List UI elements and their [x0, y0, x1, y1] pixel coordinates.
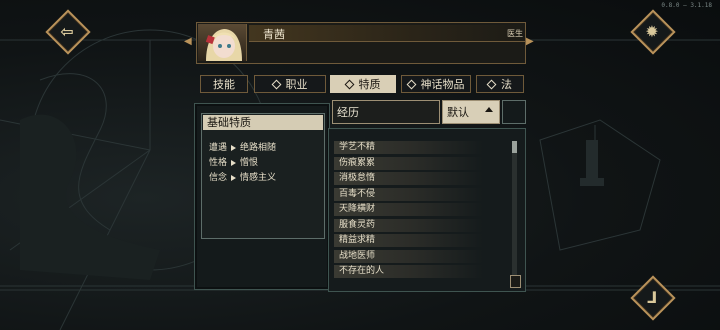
- experience-label: 经历: [337, 106, 359, 119]
- list-item[interactable]: 伤痕累累: [334, 156, 509, 170]
- tab-traits[interactable]: 特质: [330, 75, 396, 93]
- next-character-icon[interactable]: ▶: [526, 36, 534, 47]
- list-item[interactable]: 战地医师: [334, 249, 509, 263]
- back-arrow-icon: ⇦: [60, 21, 74, 41]
- experience-header: 经历: [332, 100, 440, 124]
- trait-row-encounter: 遭遇 绝路相随: [209, 143, 277, 153]
- settings-button[interactable]: ✹: [630, 9, 676, 55]
- panel-ornament: [502, 100, 526, 124]
- gear-icon: ✹: [645, 21, 659, 41]
- confirm-button[interactable]: ⅃: [630, 275, 676, 321]
- list-item[interactable]: 服食灵药: [334, 218, 509, 232]
- caret-up-icon: [485, 107, 493, 112]
- scrollbar-thumb[interactable]: [512, 141, 517, 153]
- tab-mythic-items[interactable]: 神话物品: [401, 75, 471, 93]
- tab-profession[interactable]: 职业: [254, 75, 326, 93]
- list-item[interactable]: 不存在的人: [334, 265, 509, 278]
- tab-skills[interactable]: 技能: [200, 75, 248, 93]
- trait-row-personality: 性格 憎恨: [209, 158, 259, 168]
- prev-character-icon[interactable]: ◀: [184, 36, 192, 47]
- triangle-icon: [231, 144, 237, 151]
- trait-row-belief: 信念 情感主义: [209, 173, 277, 183]
- sort-dropdown[interactable]: 默认: [442, 100, 500, 124]
- basic-traits-card: 基础特质 遭遇 绝路相随 性格 憎恨 信念 情感主义: [201, 113, 325, 239]
- character-name: 青茜: [263, 28, 285, 41]
- character-job: 医生: [507, 29, 523, 38]
- list-item[interactable]: 学艺不精: [334, 141, 509, 154]
- triangle-icon: [231, 174, 237, 181]
- list-item[interactable]: 消极怠惰: [334, 172, 509, 185]
- list-item[interactable]: 天降横财: [334, 203, 509, 216]
- sort-label: 默认: [447, 106, 469, 119]
- boot-icon: ⅃: [646, 287, 658, 307]
- basic-traits-panel: 基础特质 遭遇 绝路相随 性格 憎恨 信念 情感主义: [194, 103, 330, 290]
- triangle-icon: [231, 159, 237, 166]
- version-label: 0.8.0 — 3.1.18: [661, 2, 712, 9]
- list-item[interactable]: 百毒不侵: [334, 187, 509, 201]
- scrollbar[interactable]: [512, 141, 517, 284]
- scroll-end-cap: [510, 275, 521, 288]
- list-item[interactable]: 精益求精: [334, 234, 509, 247]
- tab-bar: 技能 职业 特质 神话物品 法: [196, 75, 524, 95]
- character-portrait: [198, 24, 247, 61]
- back-button[interactable]: ⇦: [45, 9, 91, 55]
- tab-more[interactable]: 法: [476, 75, 524, 93]
- name-bar: [249, 25, 525, 42]
- basic-traits-title: 基础特质: [203, 115, 323, 130]
